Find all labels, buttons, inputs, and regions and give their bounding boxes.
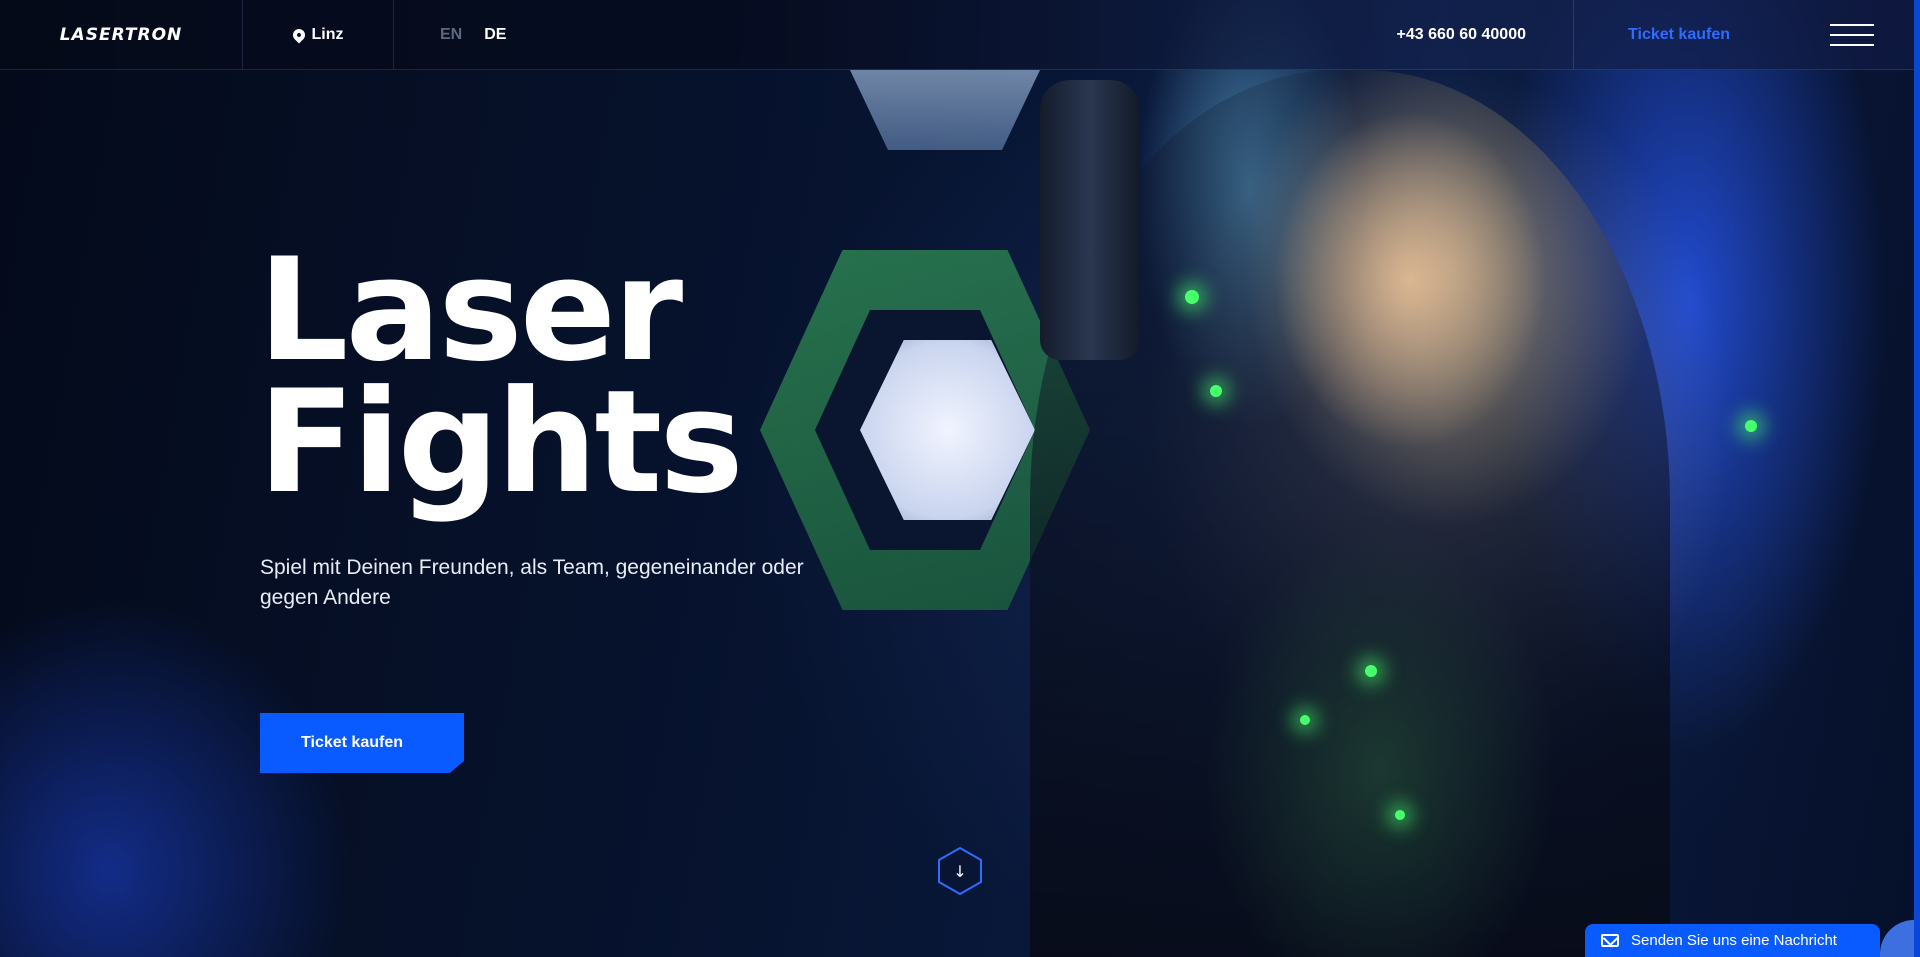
location-selector[interactable]: Linz xyxy=(243,0,394,69)
language-de[interactable]: DE xyxy=(484,26,506,44)
header-ticket-link[interactable]: Ticket kaufen xyxy=(1574,0,1784,69)
location-pin-icon xyxy=(290,26,307,43)
hero-title: Laser Fights xyxy=(258,228,744,525)
menu-icon xyxy=(1830,23,1874,46)
language-en[interactable]: EN xyxy=(440,26,462,44)
top-navigation: LASERTRON Linz EN DE +43 660 60 40000 Ti… xyxy=(0,0,1920,70)
hero-title-line-1: Laser xyxy=(258,228,683,393)
scrollbar[interactable] xyxy=(1914,0,1920,957)
arrow-down-icon: ↓ xyxy=(953,861,967,881)
logo: LASERTRON xyxy=(59,24,183,45)
chat-widget-button[interactable]: Senden Sie uns eine Nachricht xyxy=(1585,924,1880,957)
chat-widget-label: Senden Sie uns eine Nachricht xyxy=(1631,932,1837,949)
logo-link[interactable]: LASERTRON xyxy=(0,0,243,69)
hero-ticket-label: Ticket kaufen xyxy=(301,734,403,751)
mail-icon xyxy=(1601,934,1619,947)
menu-button[interactable] xyxy=(1784,0,1920,69)
language-switcher: EN DE xyxy=(394,0,794,69)
phone-link[interactable]: +43 660 60 40000 xyxy=(1315,0,1574,69)
phone-number: +43 660 60 40000 xyxy=(1396,25,1526,43)
scroll-down-button[interactable]: ↓ xyxy=(937,846,983,896)
location-label: Linz xyxy=(311,25,344,43)
page: LASERTRON Linz EN DE +43 660 60 40000 Ti… xyxy=(0,0,1920,957)
hero-ticket-button[interactable]: Ticket kaufen xyxy=(260,713,464,773)
header-ticket-label: Ticket kaufen xyxy=(1628,25,1730,43)
hero-title-line-2: Fights xyxy=(258,360,744,525)
hero-subtitle: Spiel mit Deinen Freunden, als Team, geg… xyxy=(260,556,804,609)
